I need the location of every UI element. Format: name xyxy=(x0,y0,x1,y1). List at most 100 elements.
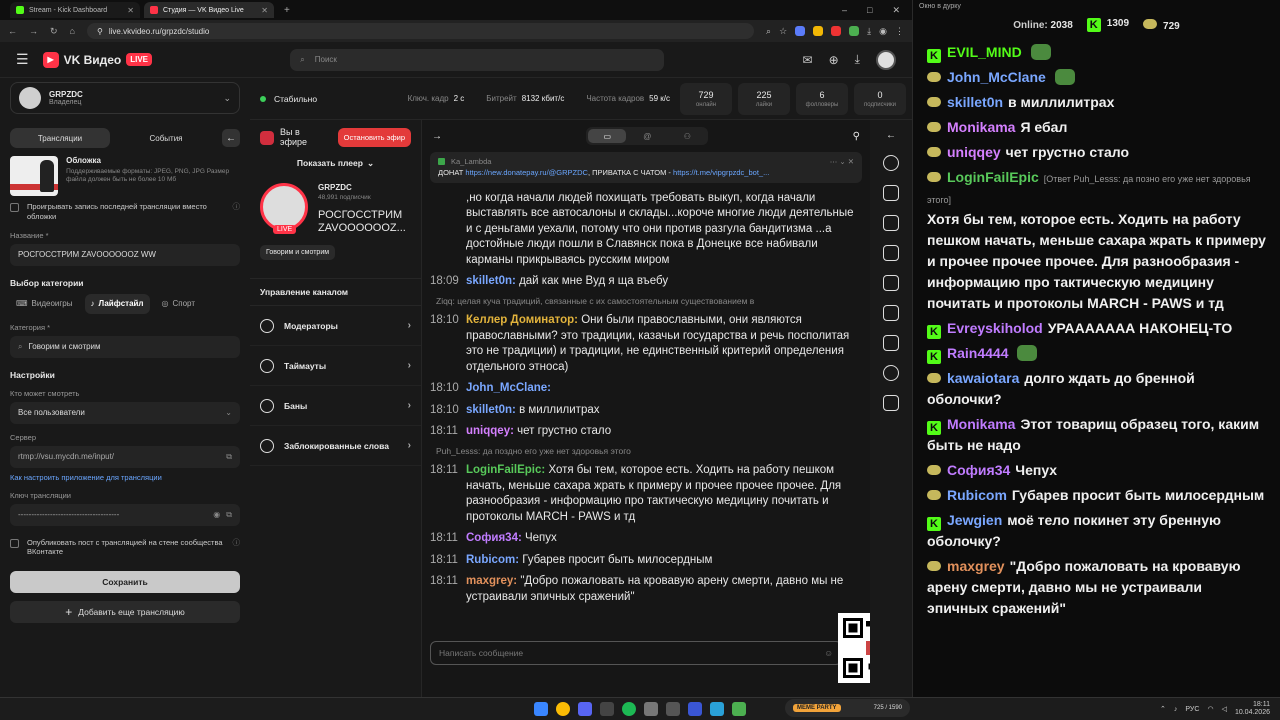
start-icon[interactable] xyxy=(534,702,548,716)
message-author[interactable]: John_McClane xyxy=(947,69,1046,85)
clock[interactable]: 18:11 10.04.2026 xyxy=(1235,701,1270,718)
notifications-icon[interactable]: ✉ xyxy=(803,53,813,67)
steam-icon[interactable] xyxy=(600,702,614,716)
chat-bubble-icon[interactable] xyxy=(883,365,899,381)
replay-checkbox-row[interactable]: Проигрывать запись последней трансляции … xyxy=(10,202,240,222)
message-author[interactable]: Келлер Доминатор: xyxy=(466,314,578,326)
zoom-icon[interactable]: ⌕ xyxy=(766,26,771,37)
chat-tab-users[interactable]: ⚇ xyxy=(668,129,706,143)
category-lifestyle[interactable]: ♪ Лайфстайл xyxy=(84,293,150,314)
app-icon[interactable] xyxy=(688,702,702,716)
emoji-icon[interactable]: ☺ xyxy=(824,648,833,658)
copy-icon[interactable]: ⧉ xyxy=(226,510,232,520)
discord-icon[interactable] xyxy=(578,702,592,716)
menu-icon[interactable]: ⋮ xyxy=(895,26,904,37)
maximize-icon[interactable]: □ xyxy=(867,5,872,16)
add-stream-button[interactable]: + Добавить еще трансляцию xyxy=(10,601,240,623)
wifi-icon[interactable]: ◠ xyxy=(1207,705,1213,713)
close-icon[interactable]: ✕ xyxy=(127,6,134,15)
browser-tab[interactable]: Студия — VK Видео Live ✕ xyxy=(144,2,274,18)
chat-tab-messages[interactable]: ▭ xyxy=(588,129,627,143)
message-author[interactable]: LoginFailEpic xyxy=(947,169,1039,185)
message-author[interactable]: София34: xyxy=(466,532,522,544)
close-window-icon[interactable]: ✕ xyxy=(892,5,900,16)
extension-icon[interactable] xyxy=(795,25,806,36)
message-author[interactable]: Rubicom: xyxy=(466,554,519,566)
stop-stream-button[interactable]: Остановить эфир xyxy=(337,128,411,148)
stats-chart-icon[interactable] xyxy=(883,305,899,321)
close-icon[interactable]: ✕ xyxy=(261,6,268,15)
menu-burger-icon[interactable]: ☰ xyxy=(16,51,29,68)
minimize-icon[interactable]: – xyxy=(842,5,847,16)
manage-item[interactable]: Заблокированные слова › xyxy=(250,426,421,467)
message-author[interactable]: skillet0n: xyxy=(466,404,516,416)
howto-link[interactable]: Как настроить приложение для трансляции xyxy=(10,473,240,482)
trophy-icon[interactable] xyxy=(883,335,899,351)
url-input[interactable]: ⚲ live.vkvideo.ru/grpzdc/studio xyxy=(86,23,755,39)
donation-icon[interactable] xyxy=(883,395,899,411)
site-info-icon[interactable]: ⚲ xyxy=(97,27,103,36)
channel-selector[interactable]: GRPZDC Владелец ⌄ xyxy=(10,82,240,114)
manage-item[interactable]: Модераторы › xyxy=(250,306,421,347)
info-icon[interactable]: ⓘ xyxy=(233,202,241,212)
title-field[interactable]: РОСГОССТРИМ ZAVOOOOOOZ WW xyxy=(10,243,240,266)
app-icon[interactable] xyxy=(666,702,680,716)
replay-checkbox[interactable] xyxy=(10,203,19,212)
mic-icon[interactable]: ♪ xyxy=(1174,706,1178,713)
manage-item[interactable]: Баны › xyxy=(250,386,421,427)
lang-indicator[interactable]: РУС xyxy=(1185,706,1199,713)
message-author[interactable]: Jewgien xyxy=(947,512,1002,528)
message-author[interactable]: EVIL_MIND xyxy=(947,44,1022,60)
download-app-icon[interactable]: ⤓ xyxy=(855,52,860,67)
browser-tab[interactable]: Stream - Kick Dashboard ✕ xyxy=(10,2,140,18)
chrome-icon[interactable] xyxy=(556,702,570,716)
info-icon[interactable]: ⓘ xyxy=(233,538,241,548)
obs-icon[interactable] xyxy=(644,702,658,716)
category-sport[interactable]: ◎ Спорт xyxy=(156,294,201,314)
message-author[interactable]: uniqqey: xyxy=(466,425,514,437)
collapse-left-icon[interactable]: ← xyxy=(886,130,896,141)
add-icon[interactable]: ⊕ xyxy=(829,53,839,67)
post-checkbox[interactable] xyxy=(10,538,19,548)
who-select[interactable]: Все пользователи ⌄ xyxy=(10,401,240,424)
extension-icon[interactable] xyxy=(813,25,824,36)
gem-icon[interactable] xyxy=(883,215,899,231)
message-author[interactable]: LoginFailEpic: xyxy=(466,464,545,476)
dice-icon[interactable] xyxy=(883,245,899,261)
message-author[interactable]: Rubicom xyxy=(947,487,1007,503)
copy-icon[interactable]: ⧉ xyxy=(226,452,232,462)
avatar[interactable] xyxy=(875,49,896,70)
server-field[interactable]: rtmp://vsu.mycdn.me/input/ ⧉ xyxy=(10,445,240,468)
pinned-link-telegram[interactable]: https://t.me/vipgrpzdc_bot_... xyxy=(673,168,769,177)
manage-item[interactable]: Таймауты › xyxy=(250,346,421,387)
message-author[interactable]: София34 xyxy=(947,462,1010,478)
chat-tab-mentions[interactable]: @ xyxy=(628,129,666,143)
message-author[interactable]: John_McClane: xyxy=(466,382,551,394)
category-field[interactable]: ⌕ Говорим и смотрим xyxy=(10,335,240,358)
profile-icon[interactable]: ◉ xyxy=(879,26,887,37)
tab-events[interactable]: События xyxy=(116,128,216,148)
message-author[interactable]: skillet0n xyxy=(947,94,1003,110)
download-icon[interactable]: ⤓ xyxy=(867,26,871,37)
volume-icon[interactable]: ◁ xyxy=(1222,705,1227,713)
bookmark-star-icon[interactable]: ☆ xyxy=(779,26,787,37)
category-tag[interactable]: Говорим и смотрим xyxy=(260,245,336,261)
home-icon[interactable]: ⌂ xyxy=(70,26,75,36)
message-author[interactable]: uniqqey xyxy=(947,144,1001,160)
message-author[interactable]: Monikama xyxy=(947,119,1015,135)
pin-icon[interactable]: ⚲ xyxy=(853,131,860,142)
post-checkbox-row[interactable]: Опубликовать пост с трансляцией на стене… xyxy=(10,538,240,558)
telegram-icon[interactable] xyxy=(710,702,724,716)
category-games[interactable]: ⌨ Видеоигры xyxy=(10,294,79,314)
eye-icon[interactable]: ◉ xyxy=(213,510,220,519)
search-input[interactable]: ⌕ Поиск xyxy=(290,48,665,71)
new-tab-button[interactable]: + xyxy=(278,5,296,16)
settings-gear-icon[interactable] xyxy=(883,155,899,171)
show-player-toggle[interactable]: Показать плеер ⌄ xyxy=(250,158,421,169)
vk-video-logo[interactable]: ▶ VK Видео LIVE xyxy=(42,51,153,68)
tray-arrow-icon[interactable]: ⌃ xyxy=(1160,705,1166,713)
extension-icon[interactable] xyxy=(849,25,860,36)
more-icon[interactable]: ⋯ ⌄ ✕ xyxy=(830,156,854,167)
message-author[interactable]: Monikama xyxy=(947,416,1015,432)
message-author[interactable]: kawaiotara xyxy=(947,370,1019,386)
